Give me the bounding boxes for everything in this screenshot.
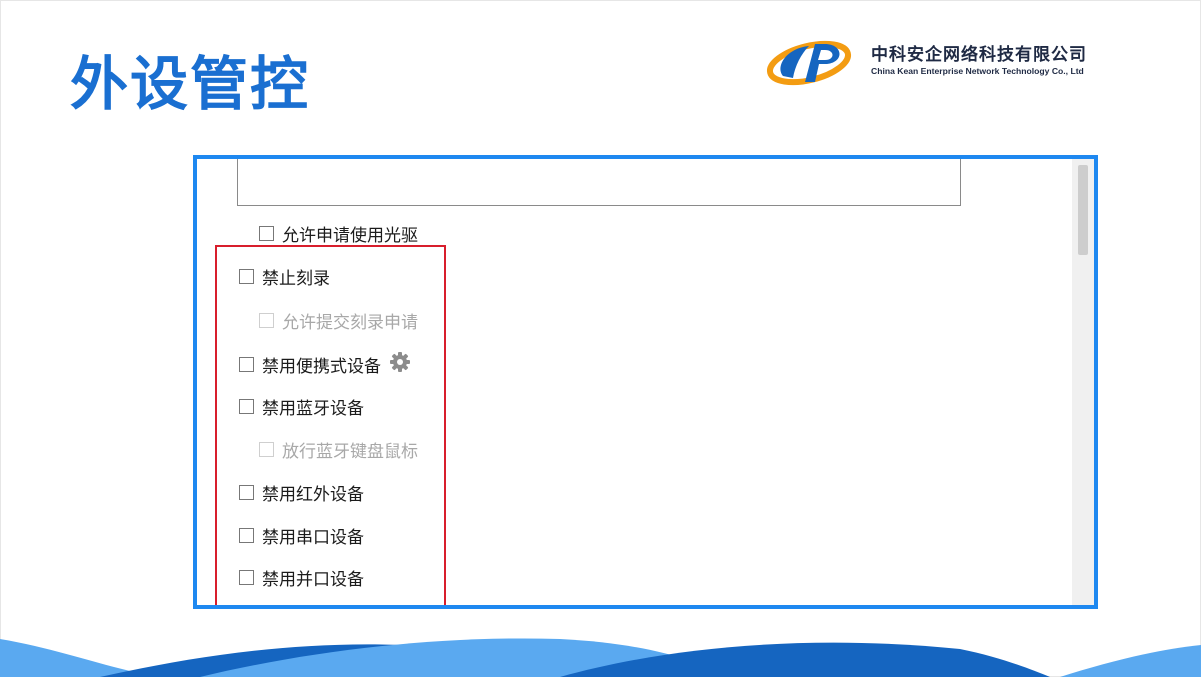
company-name-cn: 中科安企网络科技有限公司 (871, 45, 1087, 65)
checkbox[interactable] (259, 226, 274, 241)
slide-title: 外设管控 (70, 50, 311, 118)
settings-screenshot: 允许申请使用光驱 禁止刻录 允许提交刻录申请 禁用便携式设备 禁用蓝牙设备 放行… (193, 155, 1098, 609)
vertical-scrollbar[interactable] (1072, 159, 1094, 605)
option-allow-cdrom-request[interactable]: 允许申请使用光驱 (259, 221, 418, 246)
decorative-wave (0, 638, 1201, 677)
company-emblem-icon (766, 40, 852, 86)
option-label: 允许申请使用光驱 (282, 226, 418, 246)
text-area[interactable] (237, 159, 961, 206)
company-logo: 中科安企网络科技有限公司 China Kean Enterprise Netwo… (765, 36, 1125, 92)
company-name-en: China Kean Enterprise Network Technology… (871, 66, 1084, 76)
scroll-thumb[interactable] (1078, 165, 1088, 255)
highlight-box (215, 245, 446, 605)
